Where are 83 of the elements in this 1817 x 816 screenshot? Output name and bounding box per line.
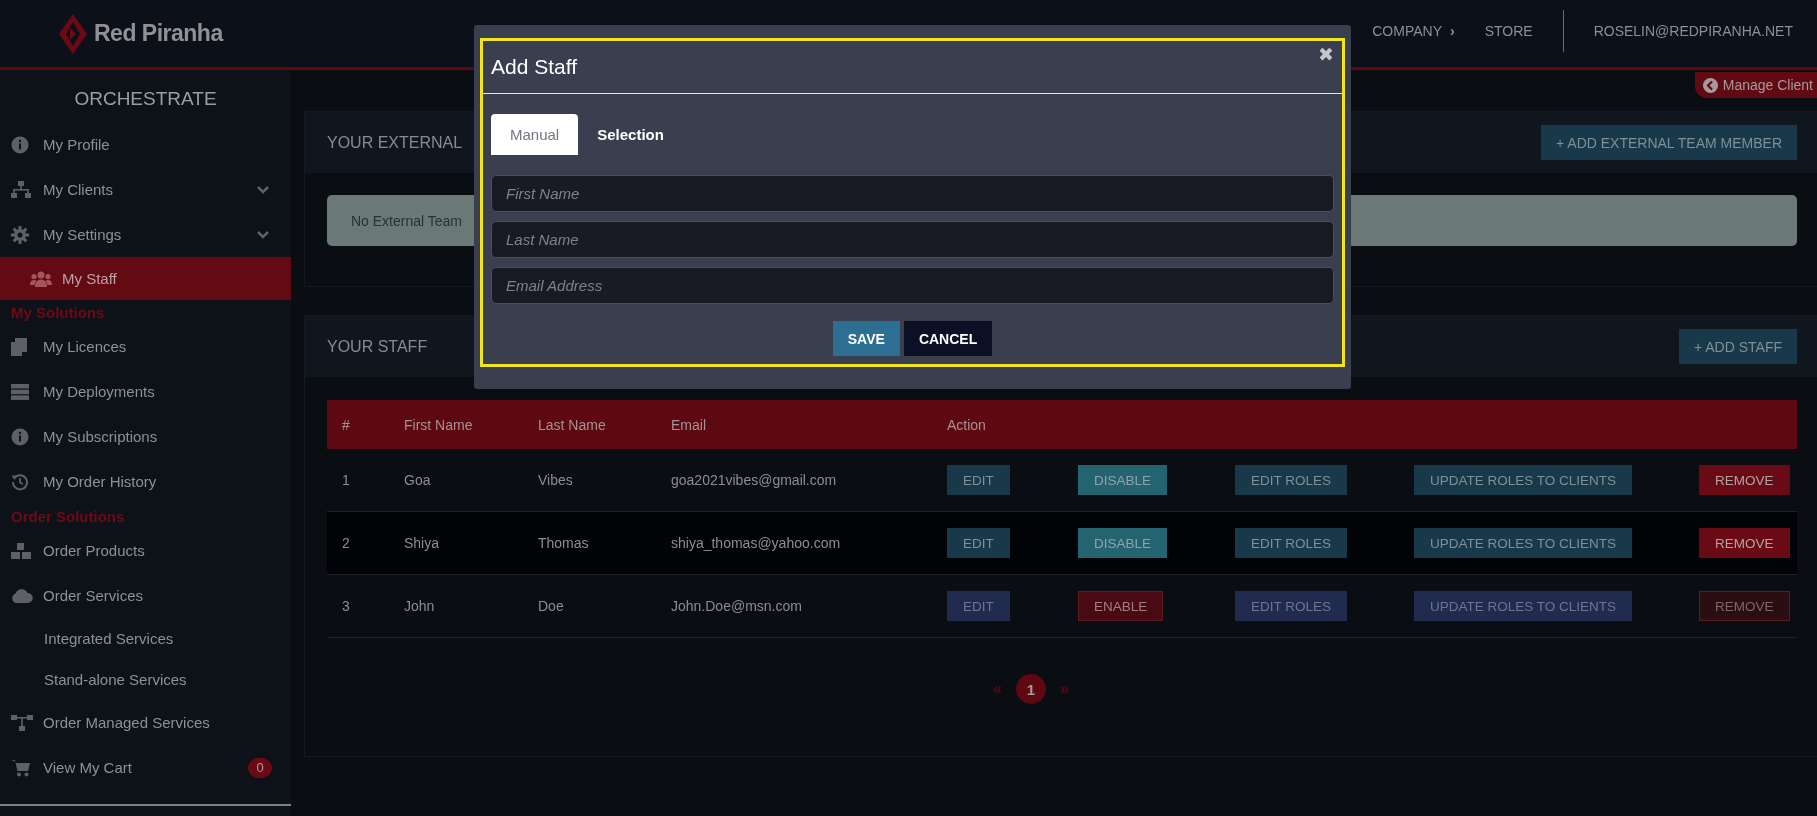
info-icon [11, 427, 29, 446]
tab[interactable]: Selection [578, 114, 683, 155]
column-header: Email [671, 416, 707, 433]
roles-button[interactable]: EDIT ROLES [1235, 528, 1348, 558]
sidebar-item[interactable]: My Licences [0, 324, 291, 369]
save-button[interactable]: SAVE [832, 321, 900, 356]
input-field[interactable]: First Name [491, 175, 1334, 212]
sidebar-item[interactable]: My Staff [0, 257, 291, 300]
remove-button[interactable]: REMOVE [1699, 465, 1790, 495]
input-field[interactable]: Last Name [491, 221, 1334, 258]
cancel-button[interactable]: CANCEL [903, 321, 993, 356]
column-header: Last Name [538, 416, 607, 433]
update-button[interactable]: UPDATE ROLES TO CLIENTS [1414, 528, 1633, 558]
sidebar-item[interactable]: Stand-alone Services [0, 659, 291, 700]
logo-text: Red Piranha [94, 20, 223, 47]
column-header: Action [947, 416, 987, 433]
table-cell-text: Thomas [538, 535, 590, 551]
sidebar-item[interactable]: My Clients [0, 167, 291, 212]
cart-icon [11, 758, 31, 777]
add-external-member-button[interactable]: + ADD EXTERNAL TEAM MEMBER [1541, 125, 1797, 160]
network-icon [11, 714, 33, 731]
column-header: # [342, 416, 351, 433]
boxes-icon [11, 542, 31, 559]
column-header: First Name [404, 416, 474, 433]
sidebar-item[interactable]: Order Services [0, 573, 291, 618]
manage-client-tab[interactable]: Manage Client [1694, 72, 1817, 98]
sidebar-item[interactable]: My Subscriptions [0, 414, 291, 459]
server-icon [11, 383, 29, 400]
panel-title: YOUR STAFF [327, 337, 428, 356]
info-icon [11, 135, 29, 154]
table-cell-text: 3 [342, 598, 351, 614]
tab[interactable]: Manual [491, 114, 579, 155]
sidebar-item[interactable]: Order Products [0, 528, 291, 573]
table-cell-text: John [404, 598, 436, 614]
current-page[interactable]: 1 [1016, 674, 1046, 704]
diamond-logo-icon [58, 12, 88, 55]
sidebar-title: ORCHESTRATE [73, 87, 218, 111]
history-icon [11, 472, 29, 491]
sitemap-icon [11, 180, 31, 199]
toggle-button[interactable]: ENABLE [1078, 591, 1164, 621]
nav-link[interactable]: STORE [1484, 22, 1533, 39]
cloud-icon [11, 588, 33, 603]
nav-link[interactable]: COMPANY › [1372, 22, 1455, 39]
add-staff-button[interactable]: + ADD STAFF [1678, 329, 1797, 364]
sidebar-item[interactable]: My Settings [0, 212, 291, 257]
gear-icon [11, 225, 29, 244]
input-field[interactable]: Email Address [491, 267, 1334, 304]
cart-count-badge: 0 [248, 757, 272, 778]
table-cell-text: John.Doe@msn.com [671, 598, 803, 614]
dialog-title: Add Staff [491, 55, 577, 79]
table-cell-text: shiya_thomas@yahoo.com [671, 535, 842, 551]
roles-button[interactable]: EDIT ROLES [1235, 591, 1348, 621]
table-cell-text: Shiya [404, 535, 441, 551]
panel-title: YOUR EXTERNAL [327, 133, 463, 152]
section-heading: Order Solutions [10, 506, 126, 527]
users-icon [30, 270, 52, 287]
roles-button[interactable]: EDIT ROLES [1235, 465, 1348, 495]
empty-message: No External Team [351, 212, 462, 229]
remove-button[interactable]: REMOVE [1699, 591, 1790, 621]
update-button[interactable]: UPDATE ROLES TO CLIENTS [1414, 591, 1633, 621]
table-cell-text: Doe [538, 598, 565, 614]
sidebar-item[interactable]: Integrated Services [0, 618, 291, 659]
copy-icon [11, 337, 27, 356]
close-button[interactable]: ✖ [1318, 43, 1334, 66]
edit-button[interactable]: EDIT [947, 465, 1010, 495]
sidebar-item[interactable]: My Profile [0, 122, 291, 167]
table-cell-text: Goa [404, 472, 432, 488]
user-email-link[interactable]: ROSELIN@REDPIRANHA.NET [1593, 22, 1793, 39]
table-cell-text: 1 [342, 472, 351, 488]
edit-button[interactable]: EDIT [947, 591, 1010, 621]
table-cell-text: goa2021vibes@gmail.com [671, 472, 838, 488]
chevron-down-icon [257, 230, 269, 239]
table-cell-text: 2 [342, 535, 351, 551]
section-heading: My Solutions [10, 302, 106, 323]
sidebar-item[interactable]: View My Cart 0 [0, 745, 291, 790]
table-cell-text: Vibes [538, 472, 574, 488]
sidebar-item[interactable]: Order Managed Services [0, 700, 291, 745]
chevron-down-icon [257, 185, 269, 194]
sidebar-item[interactable]: My Order History [0, 459, 291, 504]
edit-button[interactable]: EDIT [947, 528, 1010, 558]
sidebar-item[interactable]: My Deployments [0, 369, 291, 414]
update-button[interactable]: UPDATE ROLES TO CLIENTS [1414, 465, 1633, 495]
remove-button[interactable]: REMOVE [1699, 528, 1790, 558]
